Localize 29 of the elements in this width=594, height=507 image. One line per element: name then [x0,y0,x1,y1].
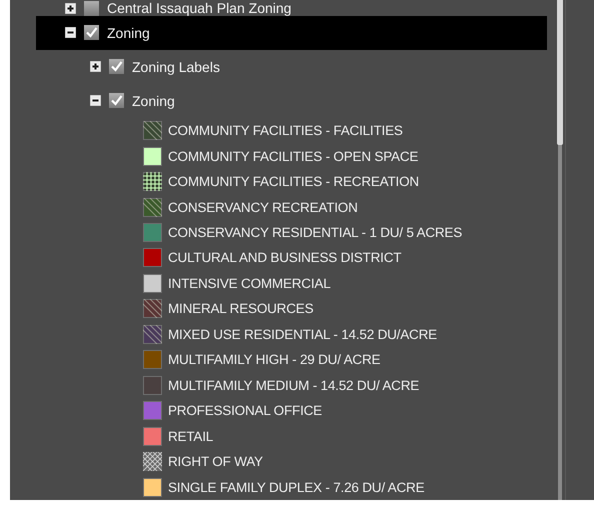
checkbox[interactable] [109,93,124,108]
legend-label: MIXED USE RESIDENTIAL - 14.52 DU/ACRE [168,326,437,342]
checkbox[interactable] [84,25,99,40]
legend-label: PROFESSIONAL OFFICE [168,403,322,418]
checkbox[interactable] [109,59,124,74]
collapse-icon[interactable] [90,95,101,106]
collapse-icon[interactable] [65,27,76,38]
legend-label: INTENSIVE COMMERCIAL [168,276,331,291]
checkbox[interactable] [84,0,99,16]
expand-icon[interactable] [65,2,76,14]
legend-label: MULTIFAMILY HIGH - 29 DU/ ACRE [168,352,380,368]
legend-label: COMMUNITY FACILITIES - FACILITIES [168,123,403,138]
legend-label: COMMUNITY FACILITIES - OPEN SPACE [168,148,418,164]
selected-layer-row[interactable]: Zoning [36,16,547,50]
layer-label[interactable]: Zoning Labels [132,58,220,75]
legend-label: CULTURAL AND BUSINESS DISTRICT [168,250,402,266]
layer-label[interactable]: Zoning [132,92,175,109]
legend-label: RIGHT OF WAY [168,454,263,470]
legend-label: MULTIFAMILY MEDIUM - 14.52 DU/ ACRE [168,378,420,393]
layer-label[interactable]: Zoning [107,24,150,41]
legend-label: RETAIL [168,428,214,444]
legend-label: MINERAL RESOURCES [168,301,314,316]
legend-label: CONSERVANCY RESIDENTIAL - 1 DU/ 5 ACRES [168,225,462,240]
legend-label: COMMUNITY FACILITIES - RECREATION [168,174,419,190]
scrollbar-thumb[interactable] [557,0,563,145]
legend-label: SINGLE FAMILY DUPLEX - 7.26 DU/ ACRE [168,480,424,495]
expand-icon[interactable] [90,61,101,72]
legend-label: CONSERVANCY RECREATION [168,200,358,215]
layer-label[interactable]: Central Issaquah Plan Zoning [107,0,292,16]
